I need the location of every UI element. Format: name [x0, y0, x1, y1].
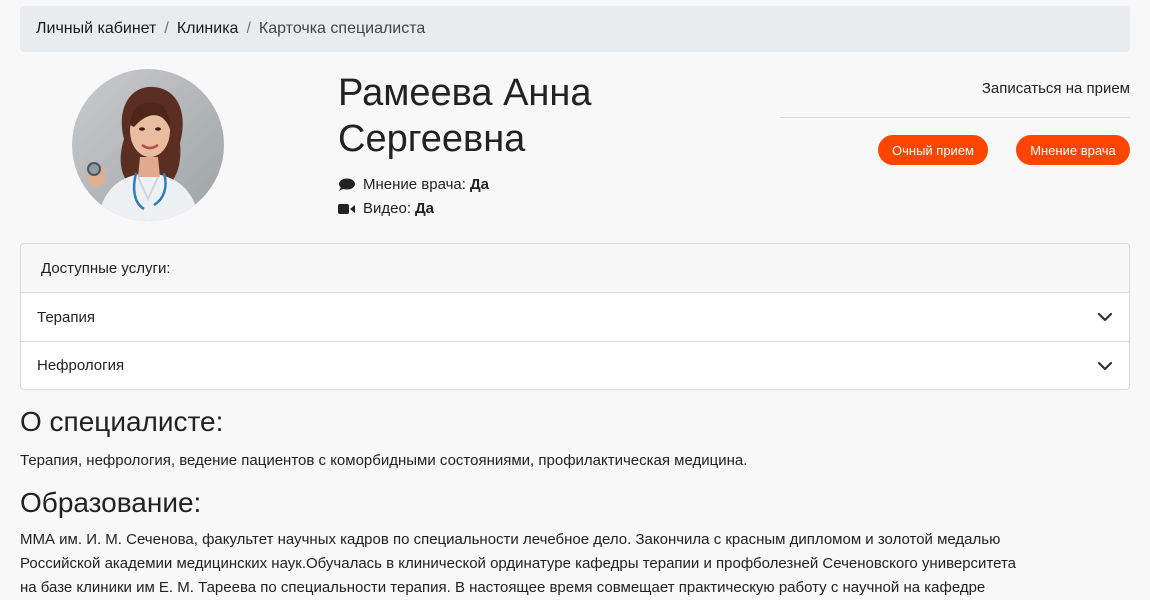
- services-accordion: Доступные услуги: Терапия Нефрология: [20, 243, 1130, 390]
- video-label: Видео:: [363, 200, 411, 217]
- breadcrumb-separator: /: [246, 20, 251, 37]
- breadcrumb-separator: /: [164, 20, 169, 37]
- doctor-opinion-button[interactable]: Мнение врача: [1016, 135, 1130, 165]
- video-availability: Видео: Да: [338, 200, 434, 217]
- specialist-card-page: Личный кабинет / Клиника / Карточка спец…: [0, 0, 1150, 600]
- service-item-therapy[interactable]: Терапия: [21, 293, 1129, 341]
- education-line: Российской академии медицинских наук.Обу…: [20, 555, 1017, 572]
- education-line: ММА им. И. М. Сеченова, факультет научны…: [20, 531, 1001, 548]
- doctor-photo: [72, 69, 224, 221]
- booking-divider: [780, 117, 1130, 118]
- breadcrumb: Личный кабинет / Клиника / Карточка спец…: [20, 6, 1130, 52]
- in-person-appointment-button[interactable]: Очный прием: [878, 135, 988, 165]
- service-item-label: Нефрология: [37, 357, 125, 374]
- breadcrumb-clinic[interactable]: Клиника: [177, 20, 239, 38]
- service-item-nephrology[interactable]: Нефрология: [21, 341, 1129, 389]
- doctor-name-line1: Рамеева Анна: [338, 72, 592, 114]
- services-header: Доступные услуги:: [21, 244, 1129, 293]
- opinion-label: Мнение врача:: [363, 176, 466, 193]
- education-title: Образование:: [20, 487, 202, 518]
- about-text: Терапия, нефрология, ведение пациентов с…: [20, 452, 748, 469]
- doctor-name-line2: Сергеевна: [338, 118, 526, 160]
- breadcrumb-personal-account[interactable]: Личный кабинет: [36, 20, 156, 38]
- chevron-down-icon: [1097, 361, 1113, 370]
- breadcrumb-current: Карточка специалиста: [258, 20, 426, 37]
- chevron-down-icon: [1097, 312, 1113, 322]
- service-item-label: Терапия: [37, 308, 95, 326]
- opinion-availability: Мнение врача: Да: [338, 176, 489, 193]
- video-value: Да: [415, 200, 435, 217]
- about-title: О специалисте:: [20, 406, 224, 437]
- booking-title: Записаться на прием: [981, 80, 1130, 97]
- education-line: на базе клиники им Е. М. Тареева по спец…: [20, 579, 986, 596]
- doctor-name: Рамеева Анна Сергеевна: [338, 70, 698, 162]
- comment-icon: [339, 178, 355, 191]
- video-camera-icon: [338, 203, 355, 214]
- opinion-value: Да: [469, 176, 489, 193]
- education-text: ММА им. И. М. Сеченова, факультет научны…: [20, 528, 1130, 600]
